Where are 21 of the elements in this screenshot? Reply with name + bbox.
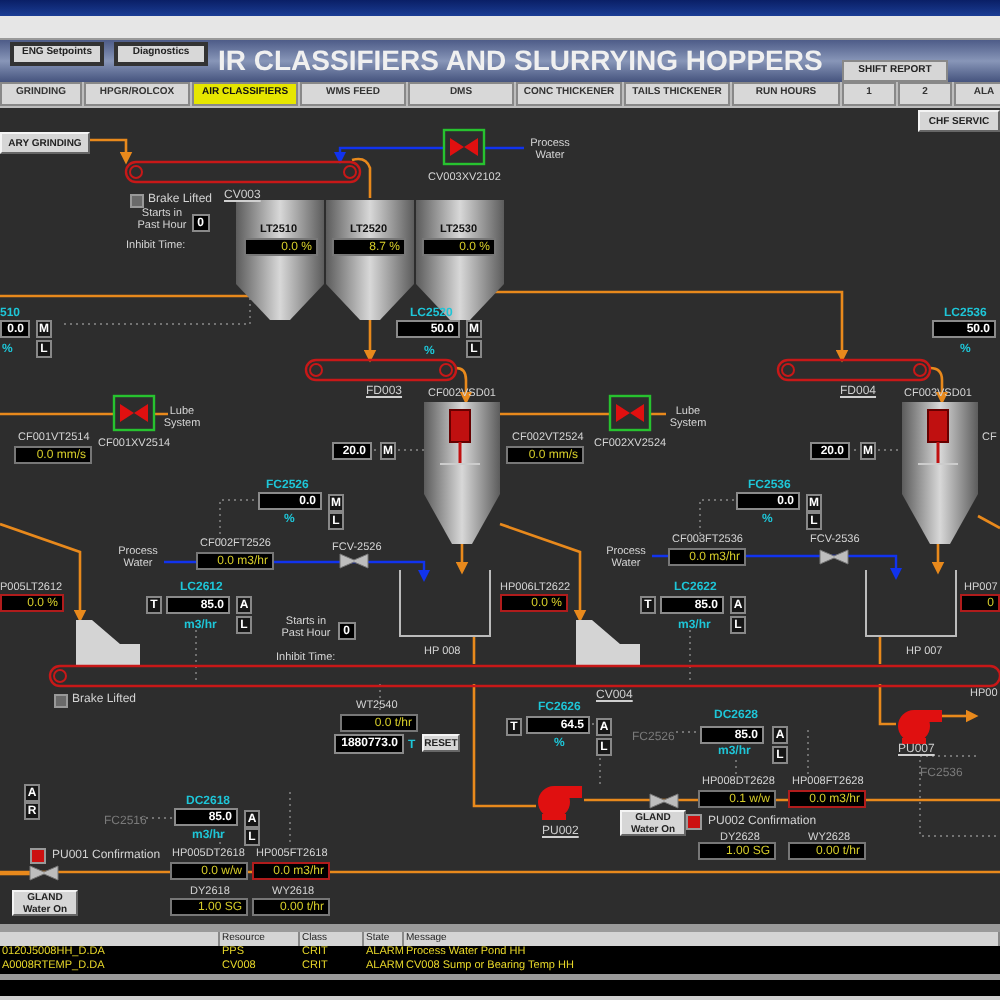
status-indicator (686, 814, 702, 830)
motor-icon[interactable] (917, 409, 959, 465)
hopper (399, 569, 491, 637)
motor-icon[interactable] (439, 409, 481, 465)
hopper (865, 569, 957, 637)
valve-icon[interactable] (29, 865, 59, 881)
valve-icon[interactable] (442, 128, 486, 166)
status-indicator (30, 848, 46, 864)
valve-icon[interactable] (339, 553, 369, 569)
classifier-tank (902, 402, 978, 544)
window-title: IR CLASSIFIERS AND SLURRYING HOPPERS (218, 42, 825, 80)
valve-icon[interactable] (819, 549, 849, 565)
checkbox[interactable] (130, 193, 144, 207)
pump-icon[interactable] (538, 786, 582, 820)
checkbox[interactable] (54, 693, 68, 707)
valve-icon[interactable] (608, 394, 652, 432)
chute (76, 620, 140, 666)
valve-icon[interactable] (112, 394, 156, 432)
classifier-tank (424, 402, 500, 544)
pump-icon[interactable] (898, 710, 942, 744)
chute (576, 620, 640, 666)
